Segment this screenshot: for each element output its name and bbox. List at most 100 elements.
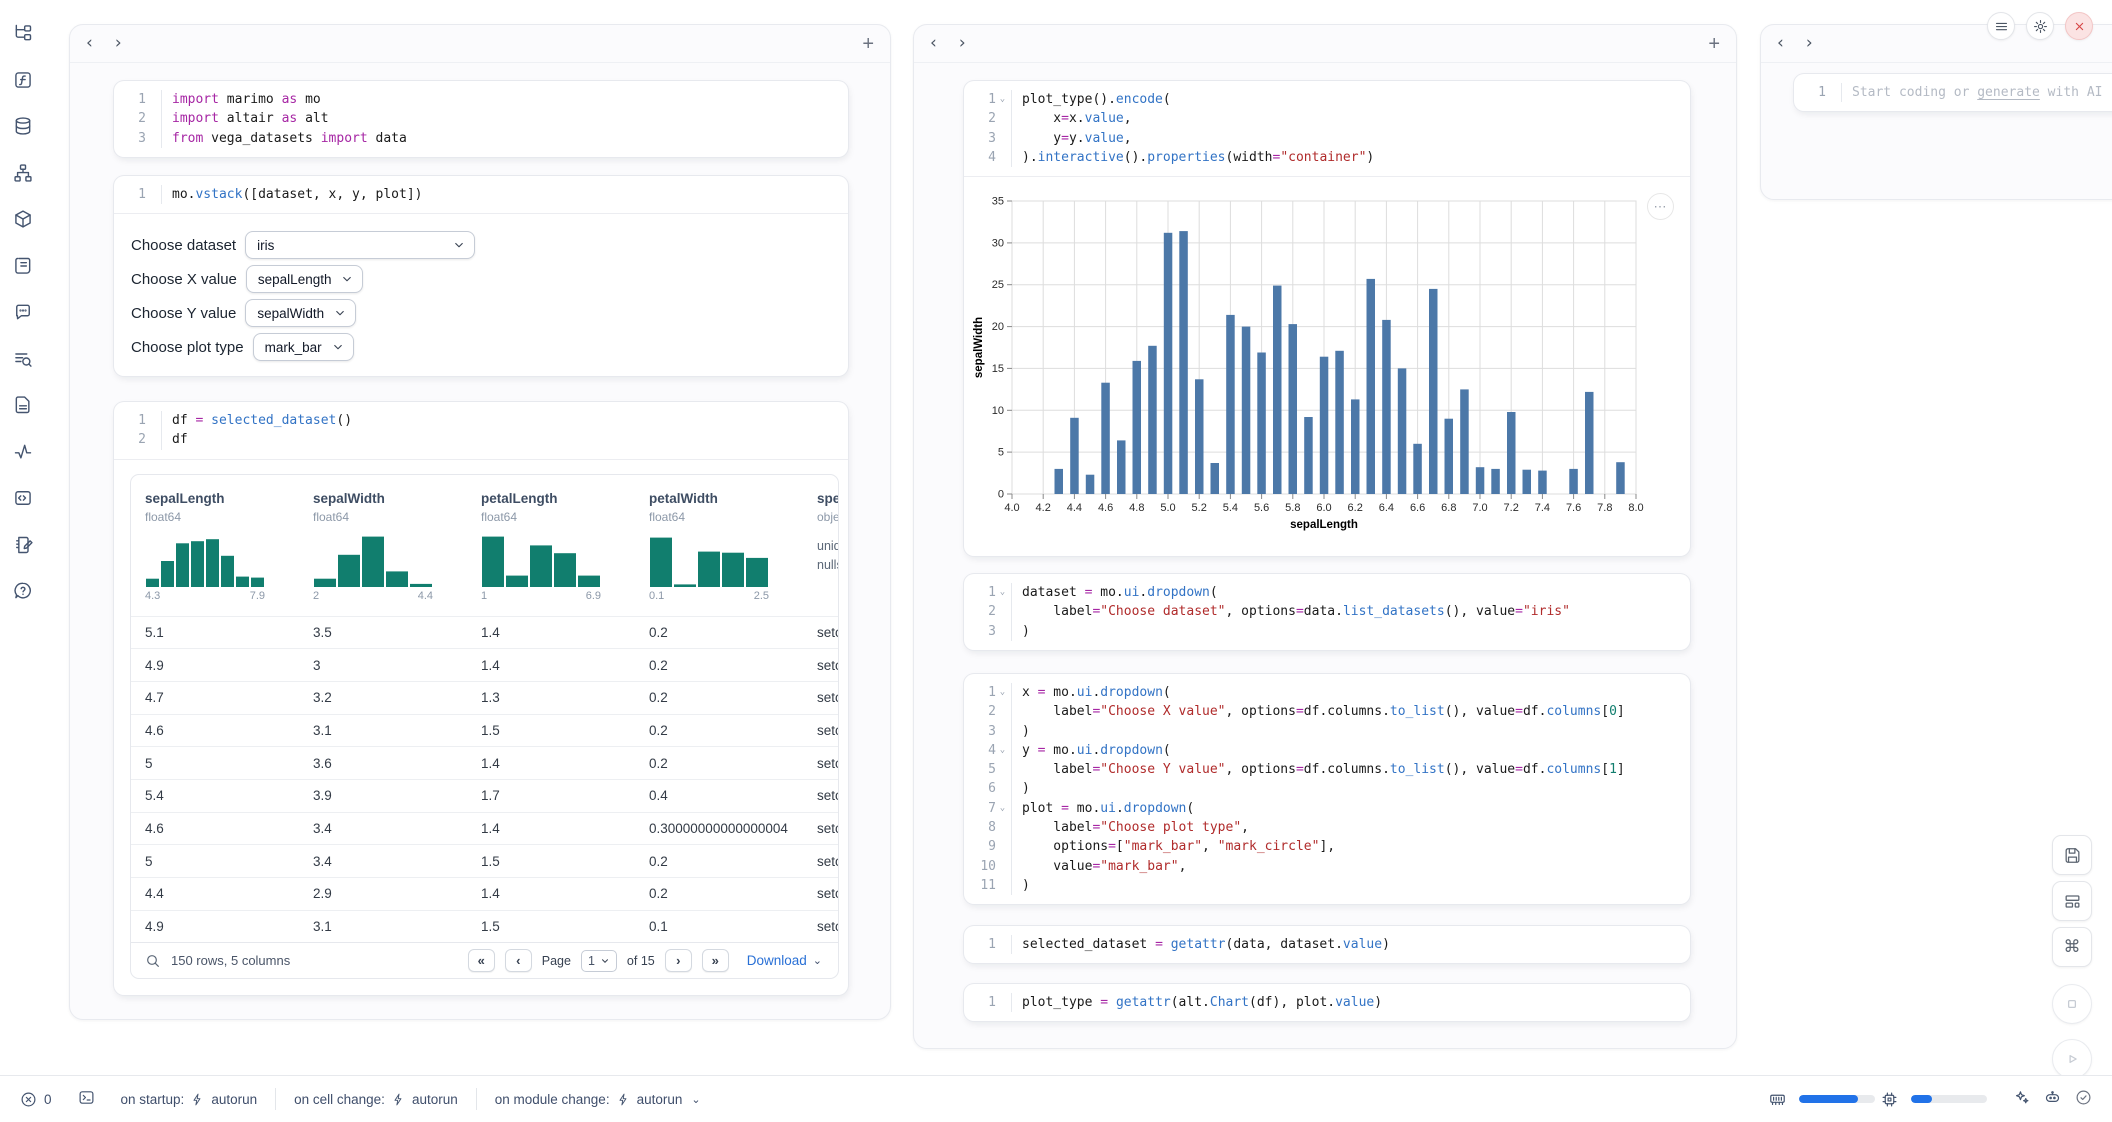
save-button[interactable] — [2052, 835, 2092, 875]
code-cell-xy-dropdowns[interactable]: 1⌄x = mo.ui.dropdown(2 label="Choose X v… — [964, 674, 1690, 904]
packages-icon[interactable] — [8, 204, 38, 234]
bar-chart[interactable]: 4.04.24.44.64.85.05.25.45.65.86.06.26.46… — [970, 189, 1656, 541]
code-cell-vstack[interactable]: 1mo.vstack([dataset, x, y, plot]) Choose… — [114, 176, 848, 376]
chat-icon[interactable] — [8, 297, 38, 327]
search-icon[interactable] — [145, 953, 161, 969]
dropdown-select[interactable]: sepalWidth — [245, 299, 356, 327]
dropdown-select[interactable]: sepalLength — [246, 265, 364, 293]
dropdown-select[interactable]: iris — [245, 231, 475, 259]
on-module-change-setting[interactable]: on module change: autorun ⌄ — [495, 1092, 701, 1107]
code-cell-plot-type[interactable]: 1plot_type = getattr(alt.Chart(df), plot… — [964, 984, 1690, 1021]
add-cell-icon[interactable]: + — [1708, 34, 1720, 54]
fold-icon[interactable]: ⌄ — [996, 741, 1009, 760]
layout-button[interactable] — [2052, 881, 2092, 921]
documentation-icon[interactable] — [8, 390, 38, 420]
code-line[interactable]: 2 label="Choose dataset", options=data.l… — [970, 602, 1684, 621]
terminal-icon[interactable] — [78, 1089, 95, 1109]
first-page-button[interactable]: « — [468, 949, 495, 972]
command-palette-button[interactable]: ⌘ — [2052, 927, 2092, 967]
page-select[interactable]: 1 — [581, 950, 617, 972]
snippets-icon[interactable] — [8, 483, 38, 513]
close-icon[interactable] — [2065, 12, 2093, 40]
generate-with-ai-link[interactable]: generate — [1977, 85, 2040, 100]
panel-scroll-right-icon[interactable]: › — [1806, 35, 1813, 52]
panel-scroll-right-icon[interactable]: › — [959, 35, 966, 52]
code-line[interactable]: 9 options=["mark_bar", "mark_circle"], — [970, 837, 1684, 856]
code-line[interactable]: 11) — [970, 876, 1684, 895]
notebook-icon[interactable] — [8, 530, 38, 560]
table-column-header[interactable]: petalLengthfloat6416.9 — [481, 489, 649, 602]
code-line[interactable]: 10 value="mark_bar", — [970, 857, 1684, 876]
code-line[interactable]: 2df — [120, 430, 842, 449]
next-page-button[interactable]: › — [665, 949, 692, 972]
table-column-header[interactable]: sepalLengthfloat644.37.9 — [145, 489, 313, 602]
code-line[interactable]: 3) — [970, 722, 1684, 741]
panel-scroll-left-icon[interactable]: ‹ — [86, 35, 93, 52]
table-column-header[interactable]: petalWidthfloat640.12.5 — [649, 489, 817, 602]
panel-scroll-left-icon[interactable]: ‹ — [1777, 35, 1784, 52]
code-line[interactable]: 4⌄y = mo.ui.dropdown( — [970, 741, 1684, 760]
error-count-badge[interactable]: 0 — [20, 1091, 52, 1108]
fold-icon[interactable]: ⌄ — [996, 583, 1009, 602]
code-line[interactable]: 1import marimo as mo — [120, 90, 842, 109]
table-row[interactable]: 5.43.91.70.4setosa — [131, 779, 838, 812]
code-line[interactable]: 1mo.vstack([dataset, x, y, plot]) — [120, 185, 842, 204]
code-cell-imports[interactable]: 1import marimo as mo2import altair as al… — [114, 81, 848, 157]
table-row[interactable]: 4.73.21.30.2setosa — [131, 681, 838, 714]
memory-usage[interactable] — [1769, 1091, 1881, 1108]
code-line[interactable]: 1df = selected_dataset() — [120, 411, 842, 430]
code-line[interactable]: 1⌄plot_type().encode( — [970, 90, 1684, 109]
logs-icon[interactable] — [8, 344, 38, 374]
code-cell-plot[interactable]: 1⌄plot_type().encode(2 x=x.value,3 y=y.v… — [964, 81, 1690, 556]
panel-scroll-right-icon[interactable]: › — [115, 35, 122, 52]
ai-sparkles-icon[interactable] — [2013, 1089, 2030, 1109]
copilot-icon[interactable] — [2044, 1089, 2061, 1109]
cpu-usage[interactable] — [1881, 1091, 1993, 1108]
table-row[interactable]: 53.41.50.2setosa — [131, 844, 838, 877]
gear-icon[interactable] — [2026, 12, 2054, 40]
code-line[interactable]: 4).interactive().properties(width="conta… — [970, 148, 1684, 167]
table-row[interactable]: 5.13.51.40.2setosa — [131, 616, 838, 649]
code-line[interactable]: 1⌄x = mo.ui.dropdown( — [970, 683, 1684, 702]
code-line[interactable]: 1selected_dataset = getattr(data, datase… — [970, 935, 1684, 954]
chart-actions-icon[interactable]: ⋯ — [1647, 193, 1674, 220]
table-column-header[interactable]: sepalWidthfloat6424.4 — [313, 489, 481, 602]
code-line[interactable]: 3 y=y.value, — [970, 129, 1684, 148]
code-line[interactable]: 2import altair as alt — [120, 109, 842, 128]
download-button[interactable]: Download⌄ — [747, 953, 822, 968]
function-icon[interactable] — [8, 65, 38, 95]
code-cell-dataframe[interactable]: 1df = selected_dataset()2df sepalLengthf… — [114, 402, 848, 995]
on-startup-setting[interactable]: on startup: autorun — [121, 1092, 258, 1107]
on-cell-change-setting[interactable]: on cell change: autorun — [294, 1092, 458, 1107]
stop-button[interactable] — [2052, 984, 2092, 1024]
help-icon[interactable] — [8, 576, 38, 606]
table-column-header[interactable]: speciesobjectunique:nulls: — [817, 489, 839, 602]
code-line[interactable]: 7⌄plot = mo.ui.dropdown( — [970, 799, 1684, 818]
fold-icon[interactable]: ⌄ — [996, 799, 1009, 818]
code-line[interactable]: 2 x=x.value, — [970, 109, 1684, 128]
scratchpad-icon[interactable] — [8, 251, 38, 281]
database-icon[interactable] — [8, 111, 38, 141]
code-cell-empty[interactable]: 1 Start coding or generate with AI — [1794, 74, 2112, 111]
table-row[interactable]: 4.63.41.40.30000000000000004setosa — [131, 812, 838, 845]
tracing-icon[interactable] — [8, 437, 38, 467]
table-row[interactable]: 53.61.40.2setosa — [131, 746, 838, 779]
code-line[interactable]: 8 label="Choose plot type", — [970, 818, 1684, 837]
code-line[interactable]: 1plot_type = getattr(alt.Chart(df), plot… — [970, 993, 1684, 1012]
last-page-button[interactable]: » — [702, 949, 729, 972]
prev-page-button[interactable]: ‹ — [505, 949, 532, 972]
table-row[interactable]: 4.42.91.40.2setosa — [131, 877, 838, 910]
editor-placeholder[interactable]: Start coding or generate with AI — [1842, 83, 2102, 102]
dropdown-select[interactable]: mark_bar — [253, 333, 354, 361]
code-line[interactable]: 2 label="Choose X value", options=df.col… — [970, 702, 1684, 721]
table-row[interactable]: 4.93.11.50.1setosa — [131, 910, 838, 943]
connection-status-icon[interactable] — [2075, 1089, 2092, 1109]
add-cell-icon[interactable]: + — [862, 34, 874, 54]
menu-icon[interactable] — [1987, 12, 2015, 40]
code-line[interactable]: 5 label="Choose Y value", options=df.col… — [970, 760, 1684, 779]
file-tree-icon[interactable] — [8, 18, 38, 48]
panel-scroll-left-icon[interactable]: ‹ — [930, 35, 937, 52]
code-cell-selected-dataset[interactable]: 1selected_dataset = getattr(data, datase… — [964, 926, 1690, 963]
fold-icon[interactable]: ⌄ — [996, 683, 1009, 702]
code-line[interactable]: 6) — [970, 779, 1684, 798]
